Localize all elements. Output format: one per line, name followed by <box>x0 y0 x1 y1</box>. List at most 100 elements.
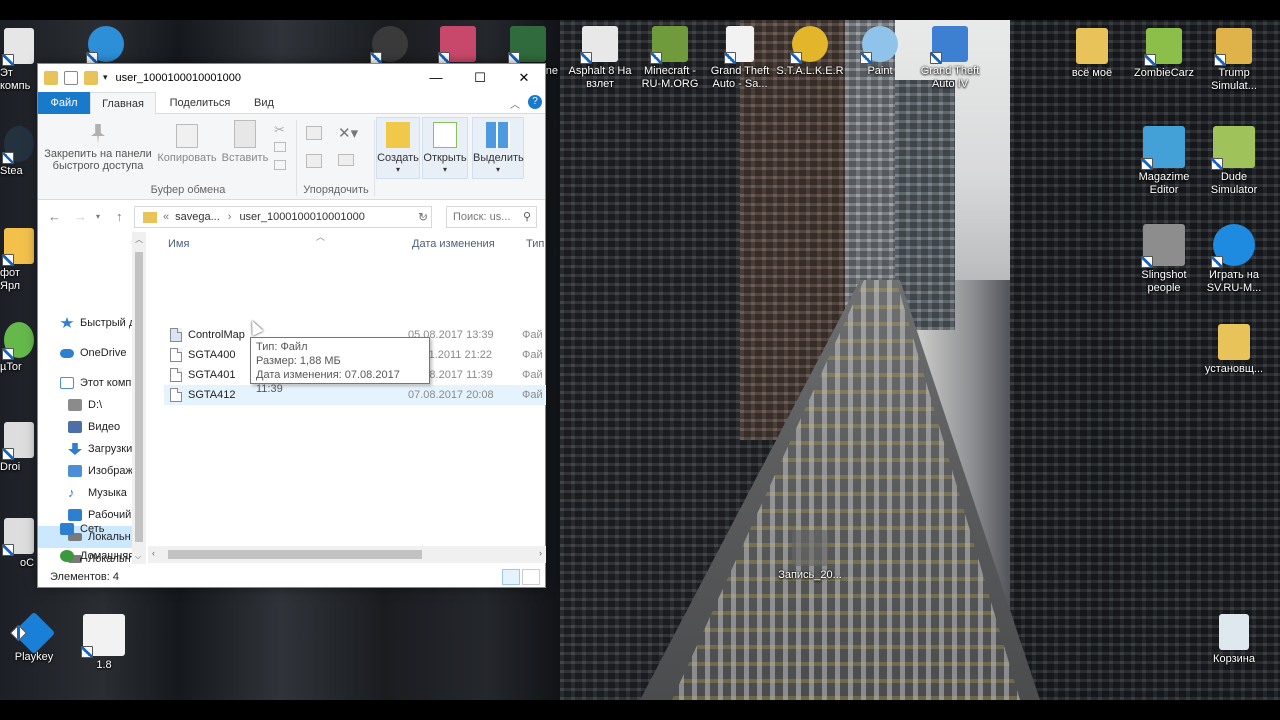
folder-installer-icon <box>1218 324 1250 360</box>
desktop-icon-trump[interactable]: Trump Simulat... <box>1200 28 1268 93</box>
search-input[interactable]: Поиск: us... ⚲ <box>446 206 537 228</box>
desktop-icon-vse-moe[interactable]: всё моё <box>1058 28 1126 80</box>
recording-icon <box>792 530 828 566</box>
title-bar[interactable]: ▾ user_1000100010001000 — ☐ ✕ <box>38 64 545 91</box>
desktop-icon-recycle-bin[interactable]: Корзина <box>1200 614 1268 666</box>
desktop-icon-minecraft[interactable]: Minecraft - RU-M.ORG <box>636 26 704 91</box>
desktop-icon-gta4[interactable]: Grand Theft Auto IV <box>916 26 984 91</box>
tab-file[interactable]: Файл <box>38 92 90 114</box>
desktop-icon-photo[interactable]: фот Ярл <box>0 228 40 293</box>
open-button[interactable]: Открыть ▾ <box>422 117 468 179</box>
desktop-icon-stalker[interactable]: S.T.A.L.K.E.R <box>776 26 844 78</box>
breadcrumb-savegames[interactable]: savega... <box>175 211 220 223</box>
breadcrumb-separator: › <box>227 211 232 223</box>
recent-dropdown-icon[interactable]: ▾ <box>96 212 100 221</box>
nav-pictures[interactable]: Изображ <box>38 460 146 482</box>
droid-icon <box>2 422 34 460</box>
nav-music[interactable]: ♪ Музыка <box>38 482 146 504</box>
oc-icon <box>2 518 34 556</box>
scroll-up-icon[interactable]: ︿ <box>135 234 143 245</box>
paste-button[interactable]: Вставить <box>220 120 270 164</box>
desktop-icon-java[interactable]: 1.8 <box>70 614 138 672</box>
nav-scroll-thumb[interactable] <box>135 252 143 542</box>
delete-icon[interactable]: ✕▾ <box>338 124 358 142</box>
tab-home[interactable]: Главная <box>90 92 156 115</box>
horizontal-scrollbar[interactable]: ‹ › <box>148 546 546 563</box>
nav-scrollbar[interactable]: ︿ ⌵ <box>132 232 146 564</box>
forward-arrow-icon[interactable]: → <box>74 209 87 224</box>
pin-quick-access-button[interactable]: Закрепить на панели быстрого доступа <box>42 124 154 172</box>
nav-homegroup[interactable]: Домашняя <box>38 548 132 564</box>
paste-clipboard-icon <box>234 120 256 148</box>
search-icon: ⚲ <box>522 211 531 223</box>
maximize-button[interactable]: ☐ <box>458 64 502 91</box>
desktop-icon-utorrent[interactable]: µTor <box>0 322 40 374</box>
desktop-icon-magazime[interactable]: Magazime Editor <box>1130 126 1198 197</box>
scroll-down-icon[interactable]: ⌵ <box>135 552 141 562</box>
desktop-icon-recording[interactable]: Запись_20... <box>776 530 844 582</box>
rename-icon[interactable] <box>338 154 354 166</box>
ribbon-collapse-icon[interactable]: ︿ <box>510 96 520 111</box>
address-overflow[interactable]: « <box>163 211 169 223</box>
refresh-icon[interactable]: ↻ <box>418 210 428 224</box>
properties-checkbox-icon[interactable] <box>64 70 78 85</box>
this-pc-icon <box>60 377 74 389</box>
large-icons-view-button[interactable] <box>522 569 540 585</box>
desktop-icon-candy[interactable] <box>424 26 492 65</box>
desktop-icon-asphalt[interactable]: Asphalt 8 На взлет <box>566 26 634 91</box>
copy-button[interactable]: Копировать <box>154 124 220 164</box>
desktop-icon-gta-sa[interactable]: Grand Theft Auto - Sa... <box>706 26 774 91</box>
desktop-icon-oc[interactable]: oC <box>0 518 40 570</box>
nav-network[interactable]: Сеть <box>38 518 132 540</box>
up-arrow-icon[interactable]: ↑ <box>116 209 123 224</box>
column-header-type[interactable]: Тип <box>526 238 544 250</box>
select-button[interactable]: Выделить ▾ <box>472 117 524 179</box>
scroll-left-icon[interactable]: ‹ <box>152 548 155 558</box>
copy-icon <box>176 124 198 148</box>
tab-share[interactable]: Поделиться <box>160 92 240 114</box>
desktop-icon-playkey[interactable]: Playkey <box>0 611 68 664</box>
nav-video[interactable]: Видео <box>38 416 146 438</box>
cut-icon[interactable]: ✂ <box>274 122 285 138</box>
desktop-icon-paint[interactable]: Paint <box>846 26 914 78</box>
desktop-icon-this-pc[interactable]: Эт компь <box>0 28 40 93</box>
desktop-icon-tools[interactable] <box>356 26 424 65</box>
column-header-date[interactable]: Дата изменения <box>412 238 495 250</box>
desktop-icon-zombiecarz[interactable]: ZombieCarz <box>1130 28 1198 80</box>
folder-icon <box>143 211 157 223</box>
details-view-button[interactable] <box>502 569 520 585</box>
create-button[interactable]: Создать ▾ <box>376 117 420 179</box>
desktop-icon-droid[interactable]: Droi <box>0 422 40 474</box>
nav-drive-d[interactable]: D:\ <box>38 394 146 416</box>
breadcrumb-user-folder[interactable]: user_1000100010001000 <box>239 211 364 223</box>
move-to-icon[interactable] <box>306 126 322 140</box>
nav-this-pc[interactable]: Этот комп <box>38 372 146 394</box>
desktop-icon-steam[interactable]: Stea <box>0 126 40 178</box>
paste-shortcut-icon[interactable] <box>274 160 286 170</box>
new-folder-icon[interactable] <box>84 70 98 85</box>
back-arrow-icon[interactable]: ← <box>48 209 61 224</box>
scroll-right-icon[interactable]: › <box>539 548 542 558</box>
nav-downloads[interactable]: Загрузки <box>38 438 146 460</box>
desktop-icon-slingshot[interactable]: Slingshot people <box>1130 224 1198 295</box>
address-bar[interactable]: « savega... › user_1000100010001000 ⌵ <box>134 206 432 228</box>
slingshot-icon <box>1141 224 1185 268</box>
copy-to-icon[interactable] <box>306 154 322 168</box>
nav-quick-access[interactable]: Быстрый д <box>38 312 146 334</box>
copy-path-icon[interactable] <box>274 142 286 152</box>
column-header-name[interactable]: Имя <box>168 238 189 250</box>
horizontal-scroll-thumb[interactable] <box>168 550 422 559</box>
close-button[interactable]: ✕ <box>502 64 546 91</box>
help-icon[interactable]: ? <box>528 95 542 109</box>
nav-onedrive[interactable]: OneDrive <box>38 342 146 364</box>
quick-access-dropdown-icon[interactable]: ▾ <box>103 72 108 83</box>
tab-view[interactable]: Вид <box>244 92 284 114</box>
settings-gear-icon <box>86 26 124 64</box>
minimize-button[interactable]: — <box>414 64 458 91</box>
desktop-icon-sv-play[interactable]: Играть на SV.RU-M... <box>1200 224 1268 295</box>
desktop-icon-installer[interactable]: установщ... <box>1200 324 1268 376</box>
clipboard-group-label: Буфер обмена <box>150 184 226 196</box>
desktop-icon-dude[interactable]: Dude Simulator <box>1200 126 1268 197</box>
desktop-icon-settings[interactable] <box>72 26 140 65</box>
file-explorer-window[interactable]: ▾ user_1000100010001000 — ☐ ✕ Файл Главн… <box>37 63 546 588</box>
